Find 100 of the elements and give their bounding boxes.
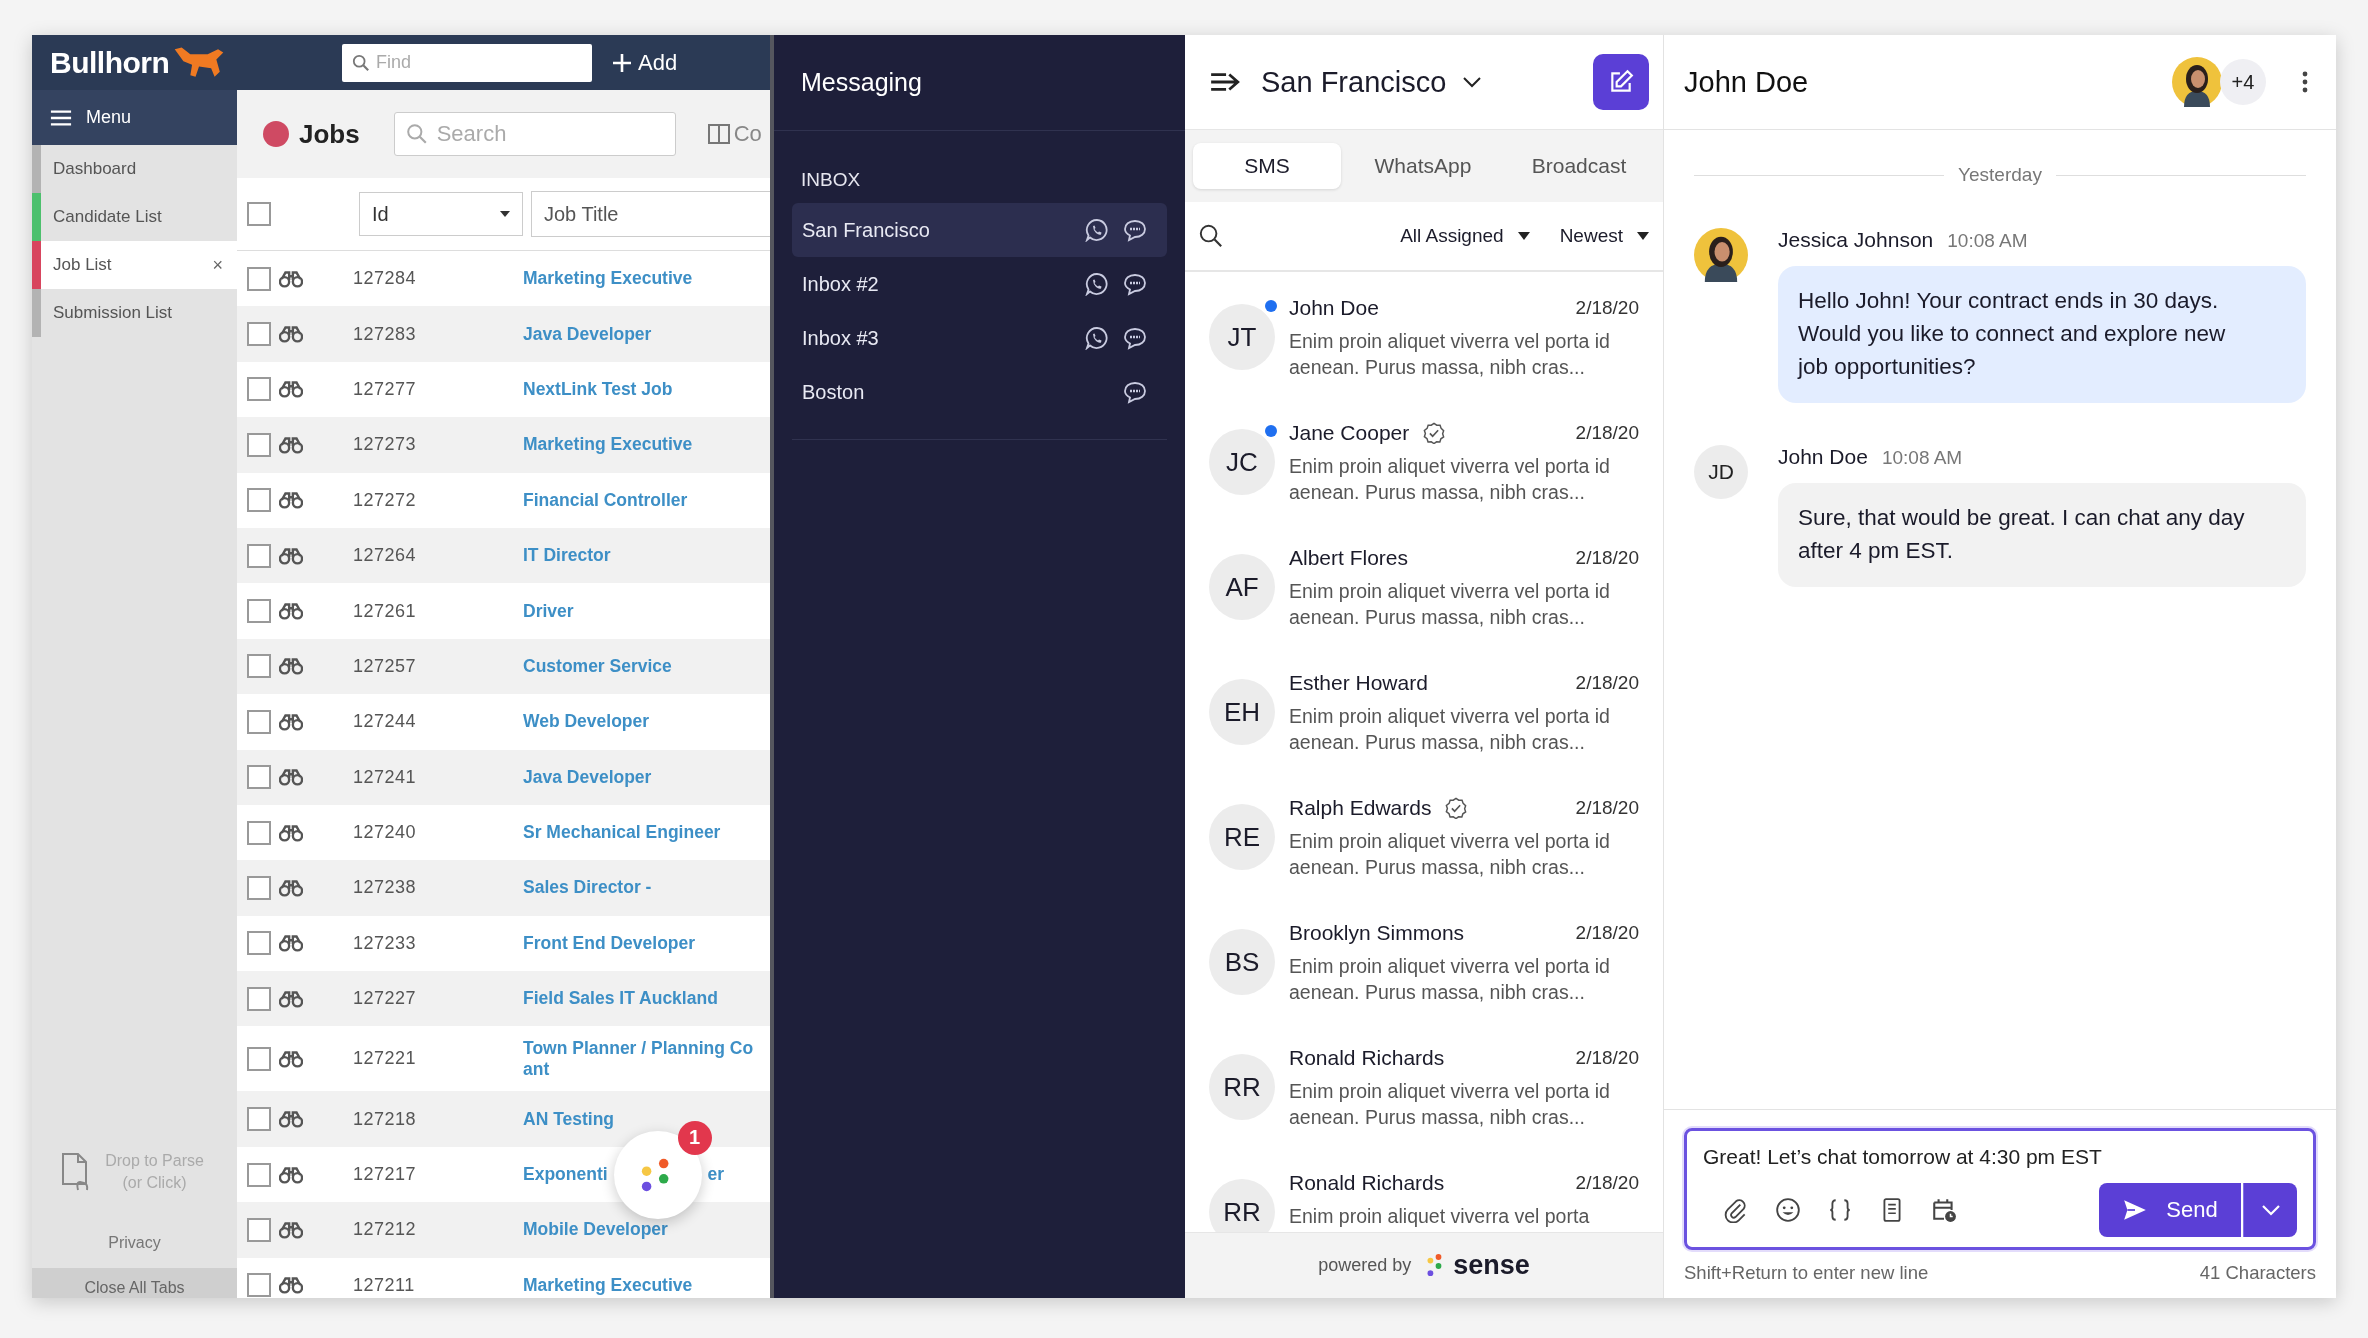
binoculars-icon[interactable] bbox=[279, 712, 303, 731]
binoculars-icon[interactable] bbox=[279, 435, 303, 454]
send-options-button[interactable] bbox=[2243, 1183, 2297, 1237]
close-all-tabs-button[interactable]: Close All Tabs bbox=[32, 1268, 237, 1298]
checkbox[interactable] bbox=[247, 266, 271, 291]
checkbox[interactable] bbox=[247, 709, 271, 734]
checkbox[interactable] bbox=[247, 1107, 271, 1132]
job-title-filter-field[interactable]: Job Title bbox=[531, 191, 770, 237]
checkbox[interactable] bbox=[247, 876, 271, 900]
contact-name[interactable]: John Doe bbox=[1289, 296, 1379, 320]
checkbox[interactable] bbox=[247, 1046, 271, 1071]
checkbox[interactable] bbox=[247, 543, 271, 568]
add-button[interactable]: Add bbox=[606, 45, 684, 80]
inbox-item[interactable]: Boston bbox=[792, 365, 1167, 419]
filter-dropdown[interactable]: Newest bbox=[1559, 225, 1649, 247]
binoculars-icon[interactable] bbox=[279, 269, 303, 288]
checkbox[interactable] bbox=[247, 654, 271, 679]
conversation-item[interactable]: EH Esther Howard 2/18/20 Enim proin aliquet viverra vel porta id aenean. Purus massa, nibh cras... bbox=[1185, 655, 1663, 780]
checkbox[interactable] bbox=[247, 599, 271, 624]
job-title-link[interactable]: Driver bbox=[523, 600, 574, 622]
inbox-item[interactable]: Inbox #2 bbox=[792, 257, 1167, 311]
binoculars-icon[interactable] bbox=[279, 602, 303, 621]
conversation-item[interactable]: BS Brooklyn Simmons 2/18/20 Enim proin aliquet viverra vel porta id aenean. Purus massa, nibh cras... bbox=[1185, 905, 1663, 1030]
contact-name[interactable]: Jane Cooper bbox=[1289, 421, 1410, 445]
send-button[interactable]: Send bbox=[2099, 1183, 2241, 1237]
checkbox[interactable] bbox=[247, 377, 271, 402]
checkbox[interactable] bbox=[247, 322, 271, 347]
binoculars-icon[interactable] bbox=[279, 1220, 303, 1239]
calendar-clock-icon[interactable] bbox=[1931, 1197, 1957, 1223]
privacy-link[interactable]: Privacy bbox=[108, 1234, 161, 1252]
inbox-item[interactable]: San Francisco bbox=[792, 203, 1167, 257]
checkbox[interactable] bbox=[247, 986, 271, 1011]
binoculars-icon[interactable] bbox=[279, 823, 303, 842]
job-title-link[interactable]: Front End Developer bbox=[523, 932, 696, 954]
binoculars-icon[interactable] bbox=[279, 1049, 303, 1068]
binoculars-icon[interactable] bbox=[279, 491, 303, 510]
checkbox[interactable] bbox=[247, 765, 271, 790]
conversation-item[interactable]: JT John Doe 2/18/20 Enim proin aliquet viverra vel porta id aenean. Purus massa, nibh cras... bbox=[1185, 280, 1663, 405]
job-title-link[interactable]: Marketing Executive bbox=[523, 268, 693, 290]
filter-dropdown[interactable]: All Assigned bbox=[1400, 225, 1530, 247]
sidebar-item[interactable]: Job List × bbox=[32, 241, 237, 289]
channel-tab[interactable]: Broadcast bbox=[1505, 143, 1653, 189]
contact-name[interactable]: Ralph Edwards bbox=[1289, 796, 1432, 820]
conversation-item[interactable]: RR Ronald Richards 2/18/20 Enim proin aliquet viverra vel porta id aenean. Purus massa, nibh cras... bbox=[1185, 1030, 1663, 1155]
binoculars-icon[interactable] bbox=[279, 879, 303, 897]
inbox-item[interactable]: Inbox #3 bbox=[792, 311, 1167, 365]
conversation-item[interactable]: JC Jane Cooper 2/18/20 Enim proin aliquet viverra vel porta id aenean. Purus massa, nibh cras... bbox=[1185, 405, 1663, 530]
job-title-link[interactable]: NextLink Test Job bbox=[523, 378, 673, 400]
job-title-link[interactable]: Financial Controller bbox=[523, 489, 688, 511]
close-tab-button[interactable]: × bbox=[212, 254, 223, 276]
checkbox[interactable] bbox=[247, 488, 271, 513]
more-participants-badge[interactable]: +4 bbox=[2220, 59, 2266, 105]
contact-name[interactable]: Esther Howard bbox=[1289, 671, 1428, 695]
contact-name[interactable]: Ronald Richards bbox=[1289, 1171, 1445, 1195]
job-title-link[interactable]: Exponenti bbox=[523, 1164, 608, 1186]
channel-tab[interactable]: WhatsApp bbox=[1349, 143, 1497, 189]
job-title-link[interactable]: Marketing Executive bbox=[523, 1274, 693, 1296]
job-title-link[interactable]: Sr Mechanical Engineer bbox=[523, 822, 721, 844]
chevron-down-icon[interactable] bbox=[1462, 76, 1483, 88]
checkbox[interactable] bbox=[247, 931, 271, 956]
binoculars-icon[interactable] bbox=[279, 546, 303, 565]
search-field[interactable]: Search bbox=[393, 112, 676, 156]
binoculars-icon[interactable] bbox=[279, 768, 303, 787]
binoculars-icon[interactable] bbox=[279, 657, 303, 676]
checkbox[interactable] bbox=[247, 1217, 271, 1242]
binoculars-icon[interactable] bbox=[279, 380, 303, 399]
checkbox[interactable] bbox=[247, 1162, 271, 1187]
job-title-link[interactable]: er bbox=[707, 1164, 725, 1186]
binoculars-icon[interactable] bbox=[279, 1276, 303, 1295]
menu-button[interactable]: Menu bbox=[32, 90, 237, 145]
more-options-icon[interactable] bbox=[2302, 71, 2308, 93]
contact-name[interactable]: Ronald Richards bbox=[1289, 1046, 1445, 1070]
job-title-link[interactable]: Town Planner / Planning Co bbox=[523, 1037, 754, 1059]
contact-name[interactable]: Brooklyn Simmons bbox=[1289, 921, 1465, 945]
search-icon[interactable] bbox=[1199, 224, 1223, 248]
job-title-link[interactable]: Web Developer bbox=[523, 711, 650, 733]
paperclip-icon[interactable] bbox=[1723, 1197, 1749, 1223]
select-all-checkbox[interactable] bbox=[247, 202, 271, 226]
binoculars-icon[interactable] bbox=[279, 989, 303, 1008]
brand-name: sense bbox=[1453, 1250, 1530, 1281]
binoculars-icon[interactable] bbox=[279, 325, 303, 344]
braces-icon[interactable] bbox=[1827, 1197, 1853, 1223]
checkbox[interactable] bbox=[247, 432, 271, 457]
conversation-item[interactable]: RE Ralph Edwards 2/18/20 Enim proin aliquet viverra vel porta id aenean. Purus massa, nibh cras... bbox=[1185, 780, 1663, 905]
inbox-dropdown[interactable]: San Francisco bbox=[1253, 65, 1451, 99]
compose-button[interactable] bbox=[1593, 54, 1649, 110]
conversation-item[interactable]: AF Albert Flores 2/18/20 Enim proin aliquet viverra vel porta id aenean. Purus massa, nibh cras... bbox=[1185, 530, 1663, 655]
checkbox[interactable] bbox=[247, 1273, 271, 1298]
binoculars-icon[interactable] bbox=[279, 934, 303, 953]
find-field[interactable]: Find bbox=[342, 43, 592, 82]
id-cell-text: 127244 bbox=[353, 711, 418, 733]
job-title-link[interactable]: ant bbox=[523, 1058, 754, 1080]
emoji-icon[interactable] bbox=[1775, 1197, 1801, 1223]
checkbox[interactable] bbox=[247, 820, 271, 845]
binoculars-icon[interactable] bbox=[279, 1110, 303, 1129]
message-composer[interactable]: Great! Let’s chat tomorrow at 4:30 pm EST Send bbox=[1684, 1128, 2316, 1250]
id-filter-dropdown[interactable]: Id bbox=[359, 192, 523, 236]
contact-name[interactable]: Albert Flores bbox=[1289, 546, 1409, 570]
binoculars-icon[interactable] bbox=[279, 1165, 303, 1184]
channel-tab[interactable]: SMS bbox=[1193, 143, 1341, 189]
